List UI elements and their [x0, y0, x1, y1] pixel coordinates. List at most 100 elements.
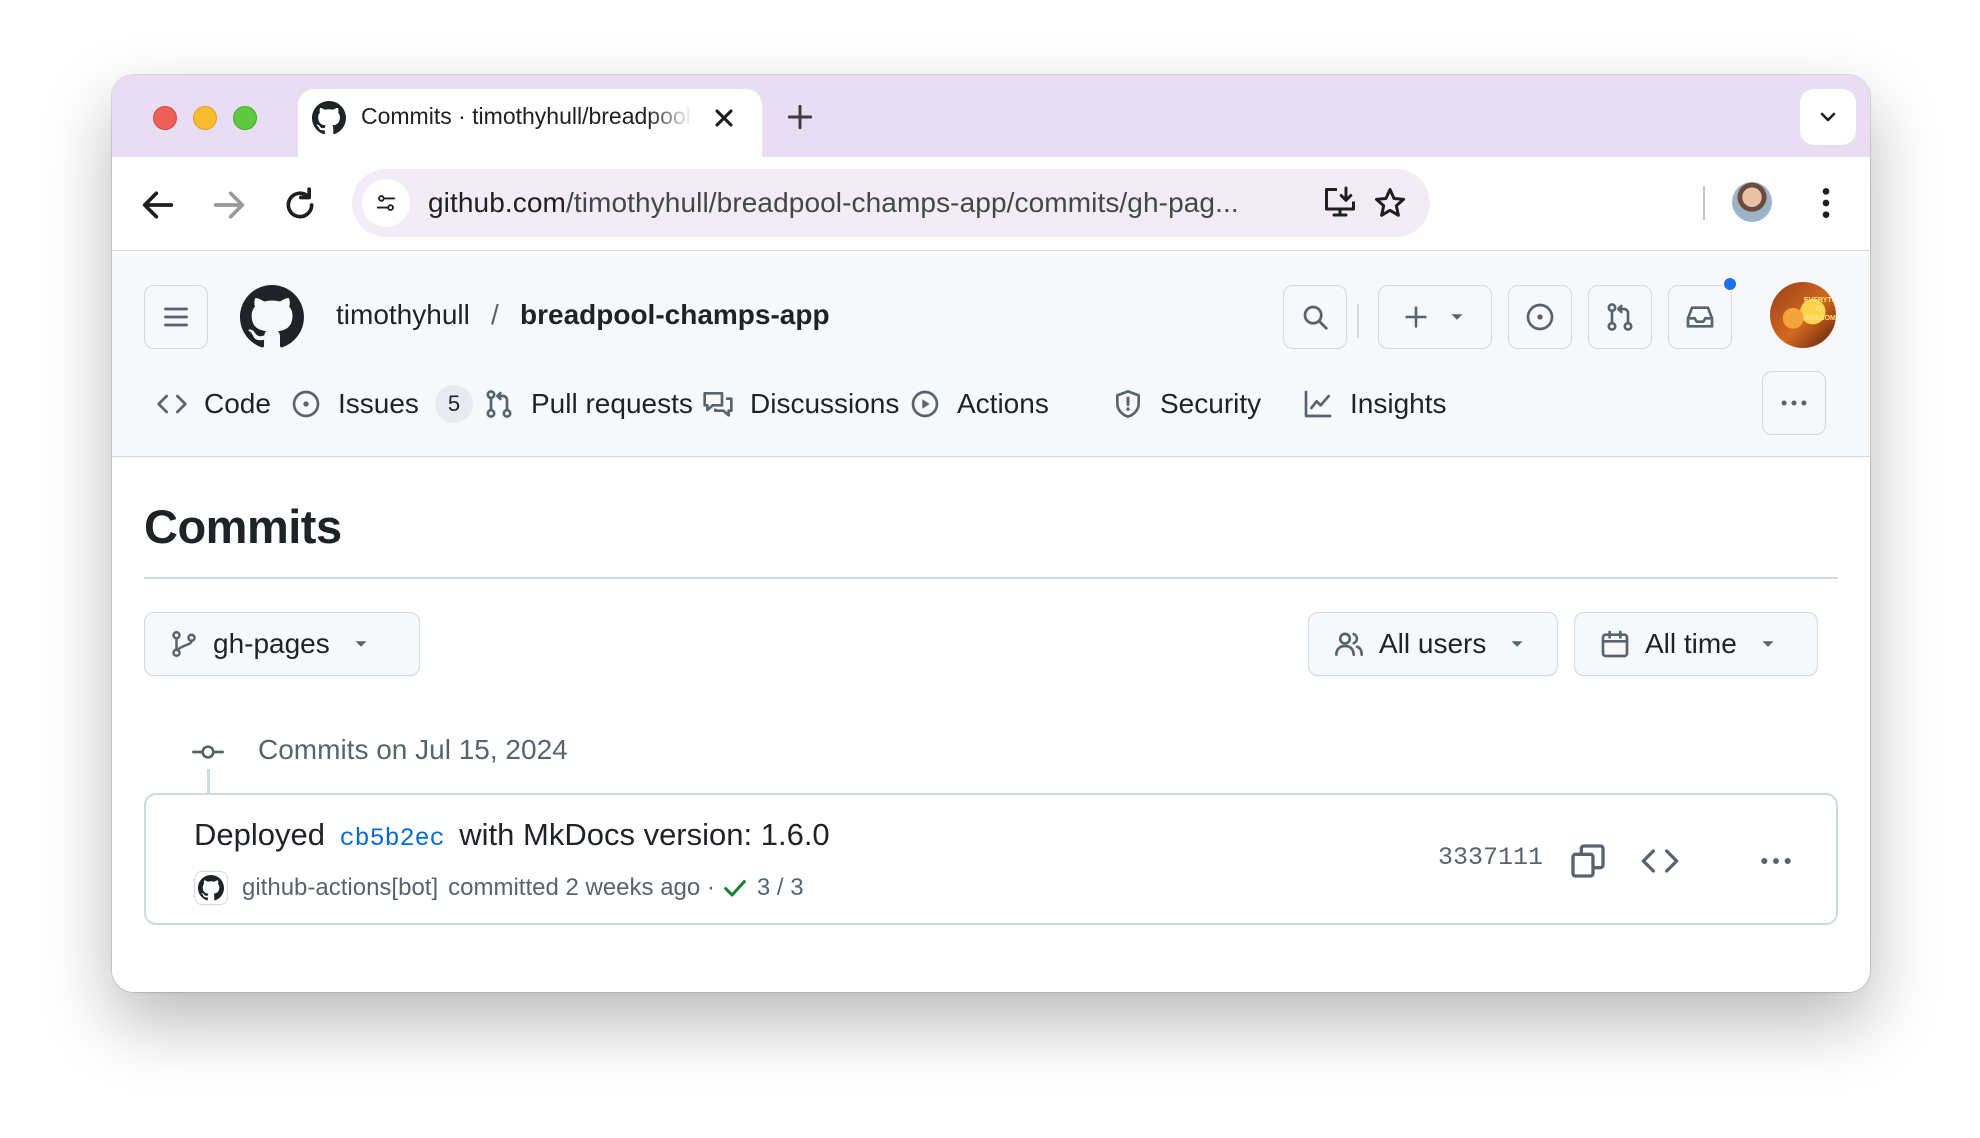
tab-security[interactable]: Security [1112, 381, 1261, 427]
browser-toolbar: github.com/timothyhull/breadpool-champs-… [112, 157, 1870, 251]
minimize-window-button[interactable] [193, 106, 217, 130]
check-icon[interactable] [721, 874, 749, 902]
tab-pull-requests[interactable]: Pull requests [483, 381, 693, 427]
discussions-icon [703, 392, 733, 417]
main-content: Commits gh-pages All users All time Comm… [112, 457, 1870, 992]
notification-indicator [1722, 276, 1738, 292]
calendar-icon [1601, 630, 1629, 658]
kebab-horizontal-icon [1781, 400, 1807, 406]
commit-message-suffix[interactable]: with MkDocs version: 1.6.0 [459, 817, 829, 852]
time-filter-label: All time [1645, 628, 1737, 659]
inbox-icon [1686, 306, 1714, 328]
issue-icon [292, 390, 320, 418]
browser-menu-icon[interactable] [1806, 183, 1846, 223]
plus-icon [1405, 306, 1427, 328]
graph-icon [1304, 390, 1332, 418]
tab-issues[interactable]: Issues 5 [290, 381, 473, 427]
pull-requests-button[interactable] [1588, 285, 1652, 349]
referenced-commit-link[interactable]: cb5b2ec [340, 824, 445, 853]
browser-tab-active[interactable]: Commits · timothyhull/breadpool-champs-a… [298, 89, 762, 159]
tab-actions[interactable]: Actions [909, 381, 1049, 427]
git-commit-icon [192, 745, 224, 759]
branch-selector[interactable]: gh-pages [144, 612, 420, 676]
github-logo-icon[interactable] [240, 285, 304, 349]
repo-navigation: Code Issues 5 Pull requests Discussions … [112, 371, 1870, 437]
caret-down-icon [355, 641, 367, 647]
shield-icon [1116, 390, 1140, 418]
page-title: Commits [144, 500, 342, 553]
caret-down-icon [1762, 641, 1774, 647]
forward-arrow-icon[interactable] [209, 185, 249, 225]
tab-code[interactable]: Code [156, 381, 271, 427]
copy-icon[interactable] [1568, 841, 1608, 881]
close-tab-icon[interactable] [710, 104, 738, 132]
new-tab-icon[interactable] [784, 101, 816, 133]
tab-title: Commits · timothyhull/breadpool-champs-a… [361, 103, 693, 129]
user-avatar[interactable]: EVERYTHING IS AWESOME! [1770, 282, 1836, 348]
inbox-button[interactable] [1668, 285, 1732, 349]
users-filter[interactable]: All users [1308, 612, 1558, 676]
github-header: timothyhull / breadpool-champs-app EVERY… [112, 251, 1870, 457]
github-favicon-icon [312, 101, 346, 135]
git-branch-icon [172, 630, 196, 658]
timeline-connector [207, 769, 210, 793]
commit-group-heading: Commits on Jul 15, 2024 [258, 734, 568, 765]
people-icon [1335, 632, 1363, 656]
star-icon[interactable] [1372, 185, 1408, 221]
url-host: github.com [428, 187, 566, 218]
address-bar[interactable]: github.com/timothyhull/breadpool-champs-… [352, 169, 1430, 237]
site-info-button[interactable] [362, 179, 410, 227]
avatar-text: EVERYTHING IS AWESOME! [1804, 297, 1836, 322]
tab-code-label: Code [204, 388, 271, 419]
time-filter[interactable]: All time [1574, 612, 1818, 676]
issue-icon [1526, 303, 1554, 331]
commit-message-prefix[interactable]: Deployed [194, 817, 325, 852]
browser-profile-avatar[interactable] [1732, 182, 1772, 222]
back-arrow-icon[interactable] [138, 185, 178, 225]
commit-time: committed 2 weeks ago · [448, 874, 715, 901]
title-divider [144, 577, 1838, 579]
users-filter-label: All users [1379, 628, 1487, 659]
pull-request-icon [1607, 303, 1633, 331]
maximize-window-button[interactable] [233, 106, 257, 130]
tab-actions-label: Actions [957, 388, 1049, 419]
tab-search-button[interactable] [1800, 89, 1856, 145]
commit-metadata: github-actions[bot] committed 2 weeks ag… [194, 871, 804, 905]
commit-author[interactable]: github-actions[bot] [242, 874, 438, 902]
breadcrumb-separator: / [491, 299, 499, 330]
url-path: /timothyhull/breadpool-champs-app/commit… [565, 187, 1239, 218]
commit-list-item: Deployed cb5b2ec with MkDocs version: 1.… [144, 793, 1838, 925]
reload-icon[interactable] [280, 185, 320, 225]
hamburger-menu-button[interactable] [144, 285, 208, 349]
checks-count[interactable]: 3 / 3 [757, 874, 804, 902]
url-text[interactable]: github.com/timothyhull/breadpool-champs-… [428, 187, 1239, 219]
tab-strip: Commits · timothyhull/breadpool-champs-a… [112, 75, 1870, 159]
branch-name: gh-pages [213, 628, 330, 659]
close-window-button[interactable] [153, 106, 177, 130]
tab-insights[interactable]: Insights [1302, 381, 1447, 427]
commit-message[interactable]: Deployed cb5b2ec with MkDocs version: 1.… [194, 817, 830, 853]
code-icon [157, 394, 187, 414]
chevron-down-icon [1820, 112, 1836, 122]
tab-discussions-label: Discussions [750, 388, 900, 419]
browse-code-icon[interactable] [1640, 841, 1680, 881]
browser-window: Commits · timothyhull/breadpool-champs-a… [112, 75, 1870, 992]
create-new-button[interactable] [1378, 285, 1492, 349]
tab-insights-label: Insights [1350, 388, 1447, 419]
repo-nav-more-button[interactable] [1762, 371, 1826, 435]
breadcrumb-owner[interactable]: timothyhull [336, 299, 470, 331]
install-app-icon[interactable] [1322, 185, 1358, 221]
issues-button[interactable] [1508, 285, 1572, 349]
tab-issues-label: Issues [338, 388, 419, 419]
hamburger-icon [164, 307, 188, 327]
kebab-horizontal-icon[interactable] [1756, 841, 1796, 881]
tab-discussions[interactable]: Discussions [702, 381, 899, 427]
caret-down-icon [1451, 314, 1463, 320]
tune-icon [376, 195, 396, 211]
bot-avatar[interactable] [194, 871, 228, 905]
search-button[interactable] [1283, 285, 1347, 349]
breadcrumb-repo[interactable]: breadpool-champs-app [520, 299, 830, 331]
commit-sha-link[interactable]: 3337111 [1438, 843, 1543, 872]
tab-security-label: Security [1160, 388, 1262, 419]
header-divider [1357, 304, 1359, 338]
